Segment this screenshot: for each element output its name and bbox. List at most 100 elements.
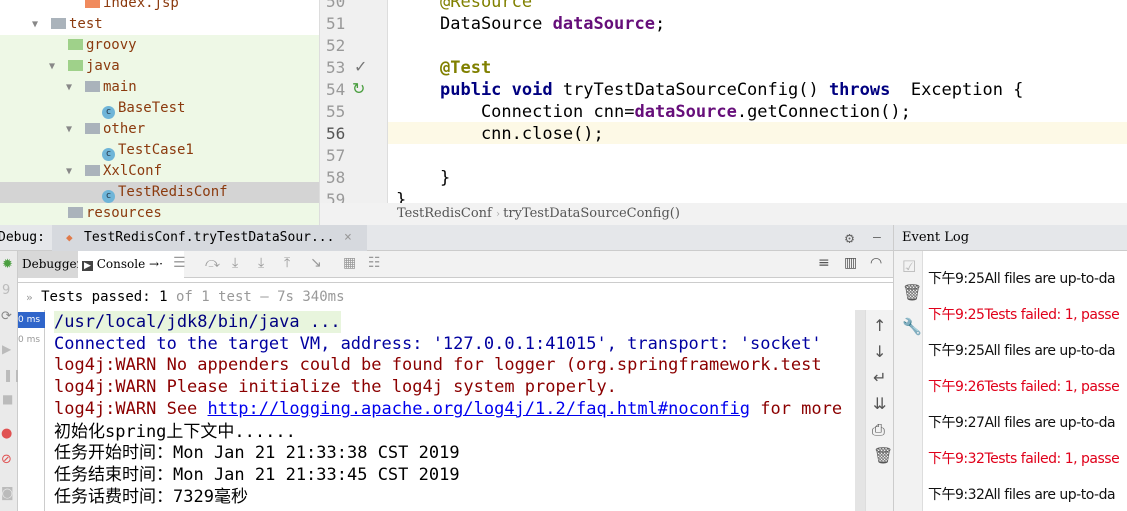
event-time: 下午9:32	[928, 487, 985, 503]
tree-item-label: groovy	[86, 37, 137, 53]
tests-passed-count: 1	[159, 289, 168, 305]
event-message[interactable]: Tests failed: 1, passe	[984, 307, 1119, 323]
evaluate-expression-icon[interactable]: ▦	[343, 255, 356, 271]
force-step-into-icon[interactable]: ⤓	[258, 255, 264, 271]
tree-item-main[interactable]: ▼ main	[0, 77, 319, 98]
rerun-icon[interactable]: 9	[2, 283, 10, 298]
console-side-toolbar: ↑ ↓ ↵ ⇊ ⎙ 🗑	[865, 310, 893, 511]
trash-icon[interactable]: 🗑	[873, 446, 893, 465]
tree-item-label: TestCase1	[118, 142, 194, 158]
event-message[interactable]: Tests failed: 1, passe	[984, 379, 1119, 395]
tests-summary-rest: of 1 test — 7s 340ms	[167, 289, 345, 305]
camera-icon[interactable]: ◙	[1, 486, 14, 501]
mark-read-icon[interactable]: ☑	[902, 257, 916, 276]
event-message[interactable]: All files are up-to-da	[984, 415, 1115, 431]
up-arrow-icon[interactable]: ↑	[873, 316, 886, 335]
tree-item-index-jsp[interactable]: index.jsp	[0, 0, 319, 14]
folder-icon	[51, 18, 66, 29]
tree-item-testcase1[interactable]: c TestCase1	[0, 140, 319, 161]
soft-wrap-icon[interactable]: ↵	[873, 368, 886, 387]
test-row[interactable]: 0 ms	[18, 332, 45, 348]
test-row-selected[interactable]: 0 ms	[18, 312, 45, 328]
line-number: 51	[326, 14, 346, 33]
align-icon[interactable]: ≡	[818, 255, 830, 271]
line-number: 52	[326, 36, 346, 55]
mute-breakpoints-icon[interactable]: ⊘	[1, 452, 12, 467]
event-log-entry[interactable]: 下午9:27All files are up-to-da	[928, 413, 1116, 433]
event-message[interactable]: All files are up-to-da	[984, 271, 1115, 287]
layout-icon[interactable]: ▥	[844, 255, 857, 271]
debug-session-tab[interactable]: ◆ TestRedisConf.tryTestDataSour... ×	[52, 225, 367, 251]
event-log-toolbar: ☑ 🗑 🔧	[893, 251, 923, 511]
tree-item-java[interactable]: ▼ java	[0, 56, 319, 77]
tree-item-basetest[interactable]: c BaseTest	[0, 98, 319, 119]
console-scrollbar[interactable]	[855, 310, 865, 511]
run-test-icon[interactable]: ↻	[352, 79, 365, 98]
event-time: 下午9:25	[928, 343, 985, 359]
trace-icon[interactable]: ☷	[368, 255, 381, 271]
run-to-cursor-icon[interactable]: ↘	[310, 255, 322, 271]
line-number: 53	[326, 58, 346, 77]
stop-icon[interactable]: ■	[2, 392, 13, 406]
event-time: 下午9:32	[928, 451, 985, 467]
expand-arrow-icon[interactable]: ▼	[66, 161, 72, 182]
breadcrumb-method[interactable]: tryTestDataSourceConfig()	[503, 206, 680, 221]
step-out-icon[interactable]: ⤒	[284, 255, 290, 271]
tree-item-groovy[interactable]: groovy	[0, 35, 319, 56]
step-into-icon[interactable]: ⤓	[232, 255, 238, 271]
restore-layout-icon[interactable]: ⟳	[1, 309, 12, 324]
expand-arrow-icon[interactable]: ▼	[49, 56, 55, 77]
console-line: log4j:WARN No appenders could be found f…	[54, 355, 822, 375]
console-line: log4j:WARN Please initialize the log4j s…	[54, 377, 617, 397]
debug-bug-icon[interactable]: ✹	[2, 257, 13, 272]
threads-icon[interactable]: ☰	[173, 255, 186, 271]
tree-item-resources[interactable]: resources	[0, 203, 319, 224]
event-time: 下午9:27	[928, 415, 985, 431]
expand-arrow-icon[interactable]: ▼	[66, 77, 72, 98]
tab-console[interactable]: ▶ Console →·	[78, 251, 184, 278]
event-log-entry[interactable]: 下午9:32Tests failed: 1, passe	[928, 449, 1120, 469]
event-log-entry[interactable]: 下午9:25Tests failed: 1, passe	[928, 305, 1120, 325]
tab-debugger[interactable]: Debugger	[18, 251, 88, 278]
event-message[interactable]: All files are up-to-da	[984, 343, 1115, 359]
line-number: 54	[326, 80, 346, 99]
trash-icon[interactable]: 🗑	[902, 283, 922, 302]
close-tab-icon[interactable]: ×	[344, 225, 352, 251]
folder-icon	[85, 123, 100, 134]
event-log-entry[interactable]: 下午9:32All files are up-to-da	[928, 485, 1116, 505]
view-breakpoints-icon[interactable]: ●	[1, 426, 12, 441]
line-number: 59	[326, 190, 346, 203]
scroll-to-end-icon[interactable]: ⇊	[873, 394, 886, 413]
tree-item-test[interactable]: ▼ test	[0, 14, 319, 35]
tree-item-other[interactable]: ▼ other	[0, 119, 319, 140]
console-line: 任务话费时间：7329毫秒	[54, 487, 248, 507]
gear-icon[interactable]: ⚙	[845, 225, 854, 251]
code-line-53: @Test	[440, 58, 492, 78]
event-message[interactable]: Tests failed: 1, passe	[984, 451, 1119, 467]
console-output[interactable]: /usr/local/jdk8/bin/java ... Connected to…	[45, 310, 855, 511]
tree-item-label: main	[103, 79, 137, 95]
event-log-entry[interactable]: 下午9:26Tests failed: 1, passe	[928, 377, 1120, 397]
console-link[interactable]: http://logging.apache.org/log4j/1.2/faq.…	[208, 399, 750, 419]
print-icon[interactable]: ⎙	[872, 420, 885, 440]
tree-item-testredisconf[interactable]: c TestRedisConf	[0, 182, 319, 203]
event-log-entry[interactable]: 下午9:25All files are up-to-da	[928, 341, 1116, 361]
line-number: 57	[326, 146, 346, 165]
wrench-icon[interactable]: 🔧	[902, 317, 922, 336]
minimize-icon[interactable]: —	[873, 225, 881, 251]
console-line: 初始化spring上下文中......	[54, 422, 296, 442]
code-line-58: }	[440, 168, 451, 188]
tree-item-xxlconf[interactable]: ▼ XxlConf	[0, 161, 319, 182]
expand-arrow-icon[interactable]: ▼	[66, 119, 72, 140]
code-line-55: Connection cnn=dataSource.getConnection(…	[440, 102, 911, 122]
event-message[interactable]: All files are up-to-da	[984, 487, 1115, 503]
code-editor[interactable]: 50 51 52 53 54 55 56 57 58 59 ✓ ↻ @Resource DataS…	[320, 0, 1127, 203]
breadcrumb-class[interactable]: TestRedisConf	[397, 206, 492, 221]
down-arrow-icon[interactable]: ↓	[873, 342, 886, 361]
gauge-icon[interactable]: ◠	[870, 255, 882, 271]
resume-icon[interactable]: ▶	[2, 342, 11, 356]
expand-arrow-icon[interactable]: ▼	[32, 14, 38, 35]
tree-item-label: java	[86, 58, 120, 74]
step-over-icon[interactable]: ⤼	[205, 255, 220, 271]
event-log-entry[interactable]: 下午9:25All files are up-to-da	[928, 269, 1116, 289]
